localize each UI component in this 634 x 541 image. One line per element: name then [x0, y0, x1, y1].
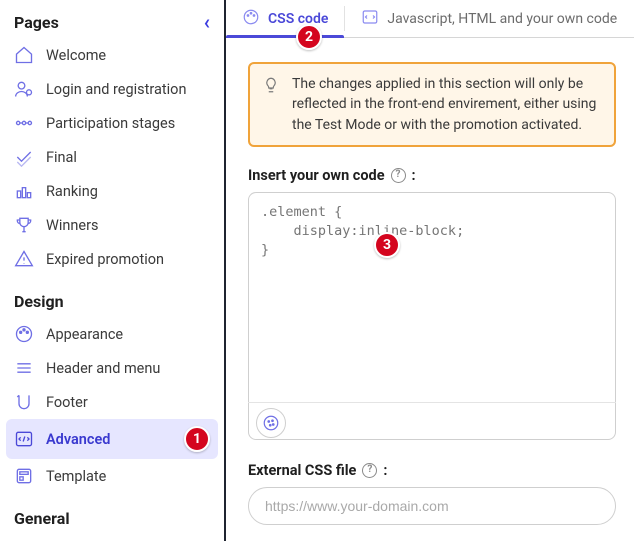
code-box-wrap: 3 [248, 192, 616, 444]
sidebar-item-welcome[interactable]: Welcome [6, 38, 218, 72]
sidebar-item-winners[interactable]: Winners [6, 208, 218, 242]
tabbar: CSS code Javascript, HTML and your own c… [226, 0, 634, 38]
home-icon [14, 45, 34, 65]
tab-label: CSS code [268, 11, 328, 27]
step-badge-2: 2 [296, 24, 322, 50]
template-icon [14, 466, 34, 486]
sidebar-item-label: Appearance [46, 326, 210, 343]
section-header-general[interactable]: General [0, 503, 224, 532]
main: CSS code Javascript, HTML and your own c… [226, 0, 634, 541]
check-icon [14, 147, 34, 167]
sidebar-item-template[interactable]: Template [6, 459, 218, 493]
help-icon[interactable]: ? [362, 463, 377, 478]
sidebar-item-label: Final [46, 149, 210, 166]
sidebar-item-header-menu[interactable]: Header and menu [6, 351, 218, 385]
code-toolbar [248, 402, 616, 444]
sidebar-item-dates[interactable]: Dates [6, 534, 218, 541]
sidebar-item-footer[interactable]: Footer [6, 385, 218, 419]
trophy-icon [14, 215, 34, 235]
sidebar-item-expired[interactable]: Expired promotion [6, 242, 218, 276]
notice-banner: The changes applied in this section will… [248, 62, 616, 147]
sidebar-item-label: Header and menu [46, 360, 210, 377]
nav-list-design: Appearance Header and menu Footer Advanc… [0, 315, 224, 503]
warning-icon [14, 249, 34, 269]
sidebar-item-label: Login and registration [46, 81, 210, 98]
notice-text: The changes applied in this section will… [292, 74, 600, 135]
code-icon [14, 429, 34, 449]
sidebar-item-participation[interactable]: Participation stages [6, 106, 218, 140]
sidebar-item-label: Advanced [46, 431, 172, 448]
sidebar-item-label: Participation stages [46, 115, 210, 132]
step-badge-1: 1 [184, 426, 210, 452]
code-field-label: Insert your own code ? : [248, 167, 616, 184]
palette-icon [14, 324, 34, 344]
cookie-button[interactable] [256, 408, 286, 438]
step-badge-3: 3 [374, 232, 400, 258]
tab-css-code[interactable]: CSS code [226, 0, 344, 37]
palette-icon [242, 8, 260, 30]
external-css-label: External CSS file ? : [248, 462, 616, 479]
help-icon[interactable]: ? [391, 168, 406, 183]
label-colon: : [412, 167, 416, 184]
sidebar-item-label: Winners [46, 217, 210, 234]
sidebar-item-final[interactable]: Final [6, 140, 218, 174]
label-text: External CSS file [248, 462, 356, 479]
footer-icon [14, 392, 34, 412]
nav-list-general: Dates [0, 532, 224, 541]
code-icon [361, 8, 379, 30]
sidebar-item-appearance[interactable]: Appearance [6, 317, 218, 351]
section-title-pages: Pages [14, 13, 59, 32]
sidebar-item-ranking[interactable]: Ranking [6, 174, 218, 208]
lightbulb-icon [262, 76, 280, 135]
sidebar-item-label: Ranking [46, 183, 210, 200]
tab-label: Javascript, HTML and your own code [387, 11, 617, 27]
section-header-pages[interactable]: Pages ‹ [0, 6, 224, 36]
sidebar-item-login[interactable]: Login and registration [6, 72, 218, 106]
label-text: Insert your own code [248, 167, 385, 184]
section-header-design[interactable]: Design [0, 286, 224, 315]
content: The changes applied in this section will… [226, 38, 634, 541]
external-css-input[interactable] [248, 487, 616, 525]
nav-list-pages: Welcome Login and registration Participa… [0, 36, 224, 286]
chevron-left-icon[interactable]: ‹ [204, 12, 210, 32]
sidebar-item-advanced[interactable]: Advanced 1 [6, 419, 218, 459]
sidebar-item-label: Expired promotion [46, 251, 210, 268]
user-icon [14, 79, 34, 99]
section-title-general: General [14, 509, 70, 528]
sidebar: Pages ‹ Welcome Login and registration P… [0, 0, 226, 541]
stages-icon [14, 113, 34, 133]
sidebar-item-label: Welcome [46, 47, 210, 64]
sidebar-item-label: Footer [46, 394, 210, 411]
tab-js-html[interactable]: Javascript, HTML and your own code [345, 0, 633, 37]
ranking-icon [14, 181, 34, 201]
sidebar-item-label: Template [46, 468, 210, 485]
label-colon: : [383, 462, 387, 479]
menu-icon [14, 358, 34, 378]
section-title-design: Design [14, 292, 64, 311]
